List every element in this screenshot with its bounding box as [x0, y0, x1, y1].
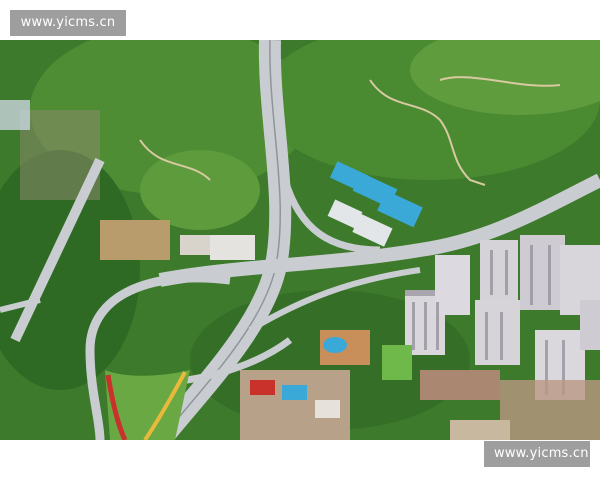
watermark-top: www.yicms.cn — [10, 10, 126, 36]
watermark-bottom: www.yicms.cn — [484, 441, 590, 467]
flower-bed — [105, 370, 190, 440]
excavated-lot — [100, 220, 170, 260]
aerial-interchange-photo — [0, 40, 600, 440]
